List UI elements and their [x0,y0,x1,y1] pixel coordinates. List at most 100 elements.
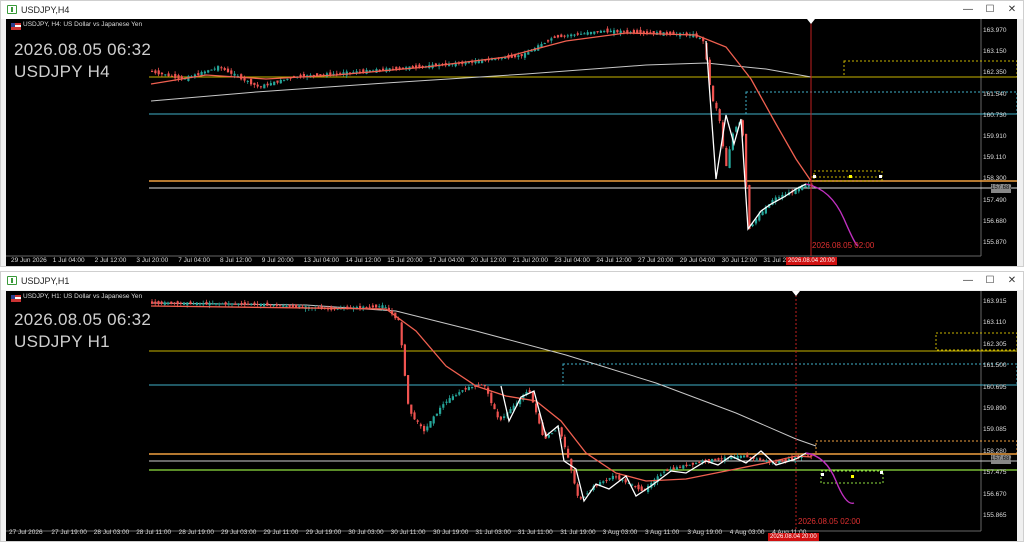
candle [211,303,214,305]
time-tick-label: 3 Aug 11:00 [645,529,680,536]
candle [682,465,685,469]
cursor-marker-icon [792,291,800,296]
candle [596,31,599,33]
candle [237,303,240,305]
candle [804,185,807,188]
time-tick-label: 7 Jul 04:00 [178,257,210,264]
candle [202,302,205,305]
level-marker [813,175,816,178]
h1-chart-canvas[interactable] [6,291,1017,541]
forecast-curve [805,183,859,247]
candle [563,436,566,448]
candle [527,52,530,55]
candle [266,302,269,306]
candle [448,398,451,403]
time-tick-label: 3 Aug 03:00 [602,529,638,536]
price-tick-label: 159.110 [983,154,1007,162]
price-tick-label: 159.910 [983,133,1007,140]
candle [602,481,605,483]
candle [503,416,506,419]
candle [368,306,371,308]
candle [279,79,282,84]
close-button[interactable]: ✕ [1003,3,1021,17]
minimize-button[interactable]: — [959,274,977,288]
candle [160,72,164,75]
candle [688,464,691,466]
candle [384,307,387,309]
candle [403,344,406,376]
candle [691,462,694,465]
candle [746,454,749,458]
level-marker [880,471,883,474]
h4-chart-area[interactable]: USDJPY, H4: US Dollar vs Japanese Yen 20… [6,19,1017,266]
candle [483,385,486,387]
candle [576,33,579,35]
candle [253,302,256,305]
price-tick-label: 158.300 [983,175,1007,183]
maximize-button[interactable]: ☐ [981,274,999,288]
candle [675,467,678,470]
time-tick-label: 27 Jul 20:00 [638,257,674,264]
minimize-button[interactable]: — [959,3,977,17]
candle [624,479,627,483]
price-tick-label: 161.540 [983,90,1007,98]
candle [375,304,378,308]
candle [784,459,787,462]
candle [556,35,560,38]
h1-title-bar[interactable]: USDJPY,H1 — ☐ ✕ [1,272,1023,290]
h1-chart-area[interactable]: USDJPY, H1: US Dollar vs Japanese Yen 20… [6,291,1017,541]
candle [246,80,249,82]
candle [378,306,381,308]
candle [599,30,602,33]
price-tick-label: 156.670 [983,490,1007,498]
h4-current-price-badge: 157.687 [991,184,1013,193]
price-tick-label: 155.870 [983,239,1007,246]
maximize-button[interactable]: ☐ [981,3,999,17]
price-tick-label: 163.150 [983,48,1007,56]
zigzag-line [705,40,807,231]
price-tick-label: 159.890 [983,405,1007,412]
candle [410,404,413,414]
candle [499,416,502,420]
h4-red-time-label: 2026.08.05 02:00 [812,241,875,250]
candle [218,303,221,305]
candle [163,302,166,305]
candle [586,32,589,35]
candle [720,458,723,460]
level-marker [849,175,852,178]
candle [176,301,179,305]
h1-red-time-label: 2026.08.05 02:00 [798,517,861,526]
candle [423,426,426,432]
candle [547,40,550,42]
level-marker [851,475,854,478]
candle [263,303,266,307]
candle [273,81,276,86]
candle [279,305,282,307]
time-tick-label: 31 Jul 11:00 [517,529,553,536]
candle [226,68,230,73]
price-tick-label: 163.915 [983,298,1007,305]
candle [547,434,550,438]
close-button[interactable]: ✕ [1003,274,1021,288]
candle [761,211,764,216]
candle [606,28,609,33]
candle [751,224,754,227]
h1-overlay-date: 2026.08.05 06:32 [14,310,152,329]
candle [730,456,733,460]
candle [778,461,781,464]
candle [458,392,461,395]
candle [154,301,157,304]
candle [429,421,432,428]
candle [669,469,672,471]
h4-title-bar[interactable]: USDJPY,H4 — ☐ ✕ [1,1,1023,19]
candle [413,412,416,420]
candle [215,303,218,305]
h4-chart-canvas[interactable] [6,19,1017,266]
candle [781,460,784,462]
candle [493,404,496,410]
candle [714,458,717,461]
candle [748,184,751,229]
candle [288,304,291,307]
cyan-zone-box [745,91,1017,115]
candle [256,84,259,87]
